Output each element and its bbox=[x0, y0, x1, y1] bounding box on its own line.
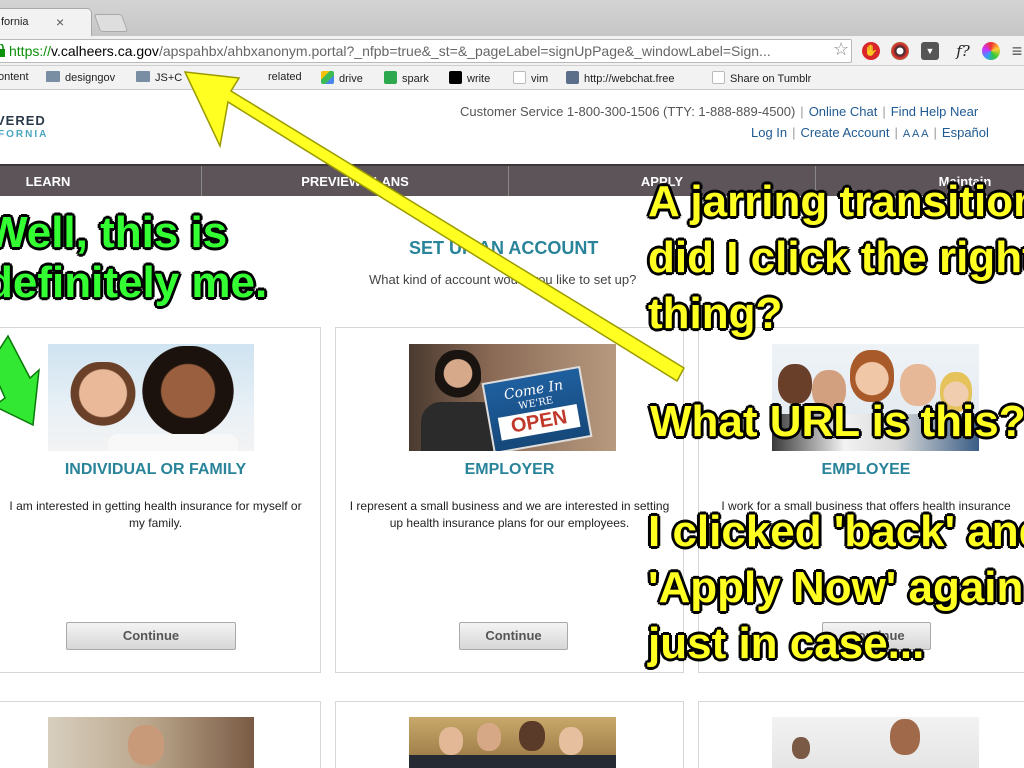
annotation-green: Well, this is definitely me. bbox=[0, 208, 267, 308]
annotation-line: 'Apply Now' again bbox=[648, 563, 1024, 612]
annotation-yellow-url: What URL is this? bbox=[650, 397, 1024, 446]
annotation-yellow-transition: A jarring transition did I click the rig… bbox=[648, 174, 1024, 342]
green-arrow bbox=[0, 334, 40, 427]
annotation-yellow-back: I clicked 'back' and 'Apply Now' again j… bbox=[648, 504, 1024, 672]
annotation-line: I clicked 'back' and bbox=[648, 507, 1024, 556]
annotation-line: did I click the right bbox=[648, 233, 1024, 282]
annotation-line: definitely me. bbox=[0, 258, 268, 307]
annotation-line: Well, this is bbox=[0, 208, 228, 257]
annotation-line: A jarring transition bbox=[648, 177, 1024, 226]
annotation-line: just in case... bbox=[648, 619, 925, 668]
screenshot: fornia × https://v.calheers.ca.gov/apspa… bbox=[0, 0, 1024, 768]
annotation-line: thing? bbox=[648, 289, 783, 338]
